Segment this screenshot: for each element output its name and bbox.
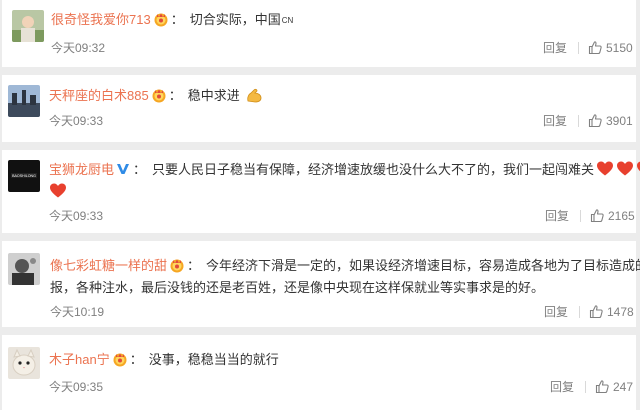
like-button[interactable]: 1478 — [589, 304, 634, 320]
divider — [578, 42, 579, 54]
comment-time: 今天09:32 — [51, 41, 106, 55]
avatar-image — [8, 85, 40, 117]
divider — [579, 306, 580, 318]
heart-emoji-icon — [597, 161, 614, 176]
like-count: 247 — [613, 380, 634, 394]
heart-emoji-icon — [50, 183, 66, 198]
avatar-image: BAOSHILONG — [8, 160, 40, 192]
colon: ： — [168, 88, 182, 103]
comment-card: BAOSHILONG 宝狮龙厨电 ： 只要人民日子稳当有保障，经济增速放缓也没什么大… — [2, 150, 640, 233]
comment-line: 很奇怪我爱你713 ： 切合实际，中国CN — [51, 11, 293, 30]
like-count: 5150 — [606, 41, 633, 55]
comment-text: 稳中求进 — [187, 88, 240, 103]
avatar-image — [12, 10, 44, 42]
comment-time: 今天09:35 — [49, 380, 104, 394]
comment-card: 很奇怪我爱你713 ： 切合实际，中国CN 今天09:32 回复 5150 — [2, 0, 636, 67]
avatar-image — [8, 253, 40, 285]
like-count: 3901 — [606, 114, 633, 128]
avatar[interactable] — [8, 253, 40, 285]
username-link[interactable]: 宝狮龙厨电 — [49, 162, 114, 177]
username-link[interactable]: 像七彩虹糖一样的甜 — [50, 258, 167, 273]
reply-button[interactable]: 回复 — [550, 379, 574, 395]
thumbs-up-icon — [588, 41, 602, 55]
divider — [585, 381, 586, 393]
comment-text: 今年经济下滑是一定的，如果设经济增速目标，容易造成各地为了目标造成的虚 — [206, 258, 640, 273]
reply-button[interactable]: 回复 — [545, 208, 569, 224]
avatar[interactable]: BAOSHILONG — [8, 160, 40, 192]
crown-medal-icon — [152, 89, 166, 103]
colon: ： — [133, 162, 147, 177]
like-button[interactable]: 3901 — [588, 113, 633, 129]
colon: ： — [170, 12, 184, 27]
comment-line: 天秤座的白术885 ： 稳中求进 — [49, 86, 263, 105]
comment-text-continued: 报，各种注水，最后没钱的还是老百姓，还是像中央现在这样保就业等实事求是的好。 — [50, 280, 545, 295]
reply-button[interactable]: 回复 — [544, 304, 568, 320]
like-button[interactable]: 5150 — [588, 40, 633, 56]
avatar[interactable] — [8, 85, 40, 117]
comment-text: 没事，稳稳当当的就行 — [148, 352, 279, 367]
crown-medal-icon — [113, 353, 127, 367]
comment-card: 天秤座的白术885 ： 稳中求进 今天09:33 回复 3901 — [2, 75, 636, 142]
comment-line: 木子han宁 ： 没事，稳稳当当的就行 — [49, 351, 279, 369]
crown-medal-icon — [154, 13, 168, 27]
crown-medal-icon — [170, 259, 184, 273]
reply-button[interactable]: 回复 — [543, 40, 567, 56]
username-link[interactable]: 木子han宁 — [49, 352, 110, 367]
avatar-image — [8, 347, 40, 379]
like-button[interactable]: 2165 — [590, 208, 635, 224]
flexed-biceps-emoji-icon — [247, 88, 262, 103]
username-link[interactable]: 天秤座的白术885 — [49, 88, 149, 103]
reply-button[interactable]: 回复 — [543, 113, 567, 129]
like-count: 1478 — [607, 305, 634, 319]
colon: ： — [129, 352, 143, 367]
comment-text: 只要人民日子稳当有保障，经济增速放缓也没什么大不了的，我们一起闯难关 — [152, 162, 595, 177]
like-count: 2165 — [608, 209, 635, 223]
username-link[interactable]: 很奇怪我爱你713 — [51, 12, 151, 27]
heart-emoji-icon — [617, 161, 634, 176]
divider — [580, 210, 581, 222]
comment-time: 今天09:33 — [49, 114, 104, 128]
comment-time: 今天10:19 — [50, 305, 105, 319]
svg-text:BAOSHILONG: BAOSHILONG — [12, 174, 36, 178]
colon: ： — [187, 258, 201, 273]
divider — [578, 115, 579, 127]
avatar[interactable] — [12, 10, 44, 42]
thumbs-up-icon — [588, 114, 602, 128]
comment-line: 宝狮龙厨电 ： 只要人民日子稳当有保障，经济增速放缓也没什么大不了的，我们一起闯难关 — [49, 160, 640, 179]
avatar[interactable] — [8, 347, 40, 379]
comment-text-continued — [49, 182, 67, 201]
heart-emoji-icon — [637, 161, 640, 176]
like-button[interactable]: 247 — [595, 379, 633, 395]
thumbs-up-icon — [589, 305, 603, 319]
comment-card: 木子han宁 ： 没事，稳稳当当的就行 今天09:35 回复 247 — [2, 335, 636, 410]
thumbs-up-icon — [595, 380, 609, 394]
comment-line: 像七彩虹糖一样的甜 ： 今年经济下滑是一定的，如果设经济增速目标，容易造成各地为了目… — [50, 257, 640, 275]
verified-v-icon — [117, 164, 130, 174]
comment-text: 切合实际，中国 — [189, 12, 281, 27]
cn-flag-emoji: CN — [281, 16, 294, 25]
comment-card: 像七彩虹糖一样的甜 ： 今年经济下滑是一定的，如果设经济增速目标，容易造成各地为了目… — [2, 241, 640, 327]
comment-time: 今天09:33 — [49, 209, 104, 223]
thumbs-up-icon — [590, 209, 604, 223]
